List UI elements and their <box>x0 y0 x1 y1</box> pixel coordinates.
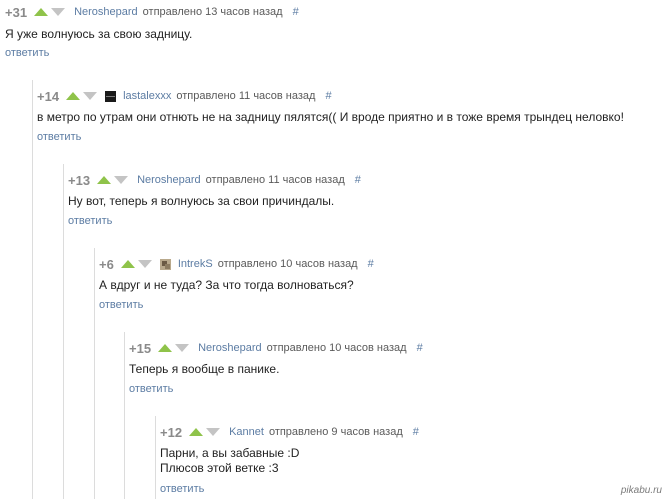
downvote-icon[interactable] <box>206 428 221 436</box>
username[interactable]: Neroshepard <box>137 174 201 186</box>
comment-line: Ну вот, теперь я волнуюсь за свои причин… <box>68 194 335 208</box>
thread-line <box>94 248 95 499</box>
comment-line: Теперь я вообще в панике. <box>129 362 280 376</box>
rating: +14 <box>37 88 60 104</box>
rating: +6 <box>99 256 114 272</box>
rating: +15 <box>129 340 152 356</box>
reply-link[interactable]: ответить <box>129 383 173 395</box>
upvote-icon[interactable] <box>66 92 81 100</box>
rating: +12 <box>160 424 183 440</box>
comment-header: +12 Kannet отправлено 9 часов назад # <box>160 424 419 440</box>
downvote-icon[interactable] <box>175 344 190 352</box>
comment-header: +31 Neroshepard отправлено 13 часов наза… <box>5 4 299 20</box>
username[interactable]: Neroshepard <box>74 6 138 18</box>
username[interactable]: Neroshepard <box>198 342 262 354</box>
comment-text: Теперь я вообще в панике. <box>129 362 279 377</box>
reply-link[interactable]: ответить <box>160 483 204 495</box>
comment-text: Я уже волнуюсь за свою задницу. <box>5 27 192 42</box>
upvote-icon[interactable] <box>189 428 204 436</box>
comment-header: +14 lastalexxx отправлено 11 часов назад… <box>37 88 332 104</box>
downvote-icon[interactable] <box>83 92 98 100</box>
thread-line <box>155 416 156 499</box>
timestamp: отправлено 10 часов назад <box>266 342 407 354</box>
username[interactable]: IntrekS <box>178 258 213 270</box>
comment: +12 Kannet отправлено 9 часов назад # Па… <box>155 416 668 499</box>
permalink[interactable]: # <box>355 174 361 186</box>
timestamp: отправлено 9 часов назад <box>268 426 403 438</box>
avatar-icon <box>159 258 171 270</box>
downvote-icon[interactable] <box>51 8 66 16</box>
timestamp: отправлено 10 часов назад <box>217 258 358 270</box>
comment-line: в метро по утрам они отнють не на задниц… <box>37 110 624 124</box>
rating: +13 <box>68 172 91 188</box>
permalink[interactable]: # <box>325 90 331 102</box>
downvote-icon[interactable] <box>114 176 129 184</box>
permalink[interactable]: # <box>368 258 374 270</box>
comment-line: Плюсов этой ветке :3 <box>160 461 279 475</box>
permalink[interactable]: # <box>413 426 419 438</box>
reply-link[interactable]: ответить <box>99 299 143 311</box>
reply-link[interactable]: ответить <box>5 47 49 59</box>
timestamp: отправлено 11 часов назад <box>176 90 316 102</box>
thread-line <box>32 80 33 499</box>
comment-header: +6 IntrekS отправлено 10 часов назад # <box>99 256 374 272</box>
thread-line <box>124 332 125 499</box>
upvote-icon[interactable] <box>120 260 135 268</box>
reply-link[interactable]: ответить <box>37 131 81 143</box>
timestamp: отправлено 13 часов назад <box>142 6 283 18</box>
comment-header: +13 Neroshepard отправлено 11 часов наза… <box>68 172 361 188</box>
upvote-icon[interactable] <box>34 8 49 16</box>
downvote-icon[interactable] <box>137 260 152 268</box>
comment-line: Я уже волнуюсь за свою задницу. <box>5 27 193 41</box>
comment-text: Парни, а вы забавные :D Плюсов этой ветк… <box>160 446 299 476</box>
timestamp: отправлено 11 часов назад <box>205 174 345 186</box>
rating: +31 <box>5 4 28 20</box>
permalink[interactable]: # <box>417 342 423 354</box>
comment-text: в метро по утрам они отнють не на задниц… <box>37 110 624 125</box>
comment-text: Ну вот, теперь я волнуюсь за свои причин… <box>68 194 334 209</box>
avatar-icon <box>105 90 117 102</box>
upvote-icon[interactable] <box>97 176 112 184</box>
reply-link[interactable]: ответить <box>68 215 112 227</box>
upvote-icon[interactable] <box>158 344 173 352</box>
username[interactable]: lastalexxx <box>123 90 171 102</box>
username[interactable]: Kannet <box>229 426 264 438</box>
permalink[interactable]: # <box>293 6 299 18</box>
comment-text: А вдруг и не туда? За что тогда волноват… <box>99 278 354 293</box>
watermark: pikabu.ru <box>620 485 662 496</box>
thread-line <box>63 164 64 499</box>
comment-line: Парни, а вы забавные :D <box>160 446 300 460</box>
comment-header: +15 Neroshepard отправлено 10 часов наза… <box>129 340 423 356</box>
comment-line: А вдруг и не туда? За что тогда волноват… <box>99 278 354 292</box>
